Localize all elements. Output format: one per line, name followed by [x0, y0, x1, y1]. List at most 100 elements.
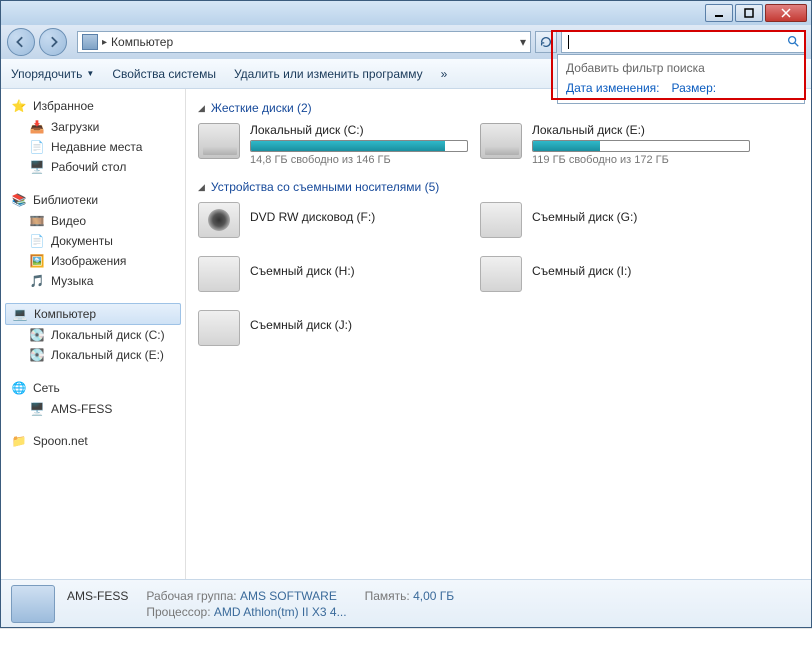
- sidebar-item-drive-c[interactable]: 💽Локальный диск (C:): [1, 325, 185, 345]
- filter-size-link[interactable]: Размер:: [672, 81, 717, 95]
- hdd-icon: 💽: [29, 327, 45, 343]
- sidebar-item-desktop[interactable]: 🖥️Рабочий стол: [1, 157, 185, 177]
- collapse-icon: ◢: [198, 182, 205, 193]
- network-header[interactable]: 🌐Сеть: [1, 377, 185, 399]
- system-properties-button[interactable]: Свойства системы: [112, 67, 216, 81]
- maximize-button[interactable]: [735, 4, 763, 22]
- video-icon: 🎞️: [29, 213, 45, 229]
- removable-list: DVD RW дисковод (F:) Съемный диск (G:) С…: [198, 202, 799, 346]
- computer-large-icon: [11, 585, 55, 623]
- sidebar-item-ams-fess[interactable]: 🖥️AMS-FESS: [1, 399, 185, 419]
- other-group: 📁Spoon.net: [1, 431, 185, 451]
- navigation-bar: ▸ Компьютер ▾ Добавить фильтр поиска Дат…: [1, 25, 811, 59]
- search-filter-heading: Добавить фильтр поиска: [566, 61, 796, 75]
- text-cursor: [568, 35, 569, 49]
- pictures-icon: 🖼️: [29, 253, 45, 269]
- sidebar-item-pictures[interactable]: 🖼️Изображения: [1, 251, 185, 271]
- usage-fill: [533, 141, 600, 151]
- usage-fill: [251, 141, 445, 151]
- cpu-label: Процессор:: [146, 605, 210, 619]
- removable-section-header[interactable]: ◢Устройства со съемными носителями (5): [198, 180, 799, 194]
- device-removable-g[interactable]: Съемный диск (G:): [480, 202, 750, 238]
- forward-button[interactable]: [39, 28, 67, 56]
- navigation-pane: ⭐Избранное 📥Загрузки 📄Недавние места 🖥️Р…: [1, 89, 186, 579]
- removable-drive-icon: [480, 202, 522, 238]
- device-label: Съемный диск (J:): [250, 318, 352, 346]
- sidebar-item-videos[interactable]: 🎞️Видео: [1, 211, 185, 231]
- memory-value: 4,00 ГБ: [413, 589, 454, 603]
- document-icon: 📄: [29, 233, 45, 249]
- downloads-icon: 📥: [29, 119, 45, 135]
- sidebar-item-music[interactable]: 🎵Музыка: [1, 271, 185, 291]
- refresh-button[interactable]: [535, 31, 557, 53]
- device-removable-j[interactable]: Съемный диск (J:): [198, 310, 468, 346]
- workgroup-value: AMS SOFTWARE: [240, 589, 337, 603]
- sidebar-item-downloads[interactable]: 📥Загрузки: [1, 117, 185, 137]
- sidebar-item-recent[interactable]: 📄Недавние места: [1, 137, 185, 157]
- drive-e[interactable]: Локальный диск (E:) 119 ГБ свободно из 1…: [480, 123, 750, 166]
- content-area: ⭐Избранное 📥Загрузки 📄Недавние места 🖥️Р…: [1, 89, 811, 579]
- device-label: DVD RW дисковод (F:): [250, 210, 375, 238]
- folder-icon: 📁: [11, 433, 27, 449]
- favorites-group: ⭐Избранное 📥Загрузки 📄Недавние места 🖥️Р…: [1, 95, 185, 177]
- address-bar[interactable]: ▸ Компьютер ▾: [77, 31, 531, 53]
- uninstall-program-button[interactable]: Удалить или изменить программу: [234, 67, 423, 81]
- toolbar-overflow[interactable]: »: [441, 67, 448, 81]
- libraries-group: 📚Библиотеки 🎞️Видео 📄Документы 🖼️Изображ…: [1, 189, 185, 291]
- window-titlebar: [1, 1, 811, 25]
- usage-bar: [532, 140, 750, 152]
- sidebar-item-drive-e[interactable]: 💽Локальный диск (E:): [1, 345, 185, 365]
- hdd-list: Локальный диск (C:) 14,8 ГБ свободно из …: [198, 123, 799, 166]
- collapse-icon: ◢: [198, 103, 205, 114]
- filter-date-link[interactable]: Дата изменения:: [566, 81, 660, 95]
- hdd-icon: 💽: [29, 347, 45, 363]
- workgroup-label: Рабочая группа:: [146, 589, 236, 603]
- device-removable-i[interactable]: Съемный диск (I:): [480, 256, 750, 292]
- usage-bar: [250, 140, 468, 152]
- dvd-drive-icon: [198, 202, 240, 238]
- search-icon[interactable]: [786, 34, 800, 51]
- details-pane: AMS-FESS Рабочая группа: AMS SOFTWARE Па…: [1, 579, 811, 627]
- minimize-button[interactable]: [705, 4, 733, 22]
- main-content: ◢Жесткие диски (2) Локальный диск (C:) 1…: [186, 89, 811, 579]
- desktop-icon: 🖥️: [29, 159, 45, 175]
- computer-group: 💻Компьютер 💽Локальный диск (C:) 💽Локальн…: [1, 303, 185, 365]
- organize-menu[interactable]: Упорядочить▼: [11, 67, 94, 81]
- search-filter-dropdown: Добавить фильтр поиска Дата изменения: Р…: [557, 54, 805, 104]
- star-icon: ⭐: [11, 98, 27, 114]
- drive-label: Локальный диск (C:): [250, 123, 468, 137]
- libraries-icon: 📚: [11, 192, 27, 208]
- breadcrumb-location[interactable]: Компьютер: [111, 35, 173, 49]
- drive-c[interactable]: Локальный диск (C:) 14,8 ГБ свободно из …: [198, 123, 468, 166]
- drive-free-text: 14,8 ГБ свободно из 146 ГБ: [250, 154, 468, 166]
- explorer-window: ▸ Компьютер ▾ Добавить фильтр поиска Дат…: [0, 0, 812, 628]
- search-input[interactable]: [566, 35, 786, 49]
- music-icon: 🎵: [29, 273, 45, 289]
- address-dropdown-icon[interactable]: ▾: [520, 35, 526, 49]
- chevron-down-icon: ▼: [86, 69, 94, 78]
- back-button[interactable]: [7, 28, 35, 56]
- removable-drive-icon: [198, 310, 240, 346]
- sidebar-item-spoon[interactable]: 📁Spoon.net: [1, 431, 185, 451]
- details-text: AMS-FESS Рабочая группа: AMS SOFTWARE Па…: [67, 589, 472, 619]
- device-dvd-f[interactable]: DVD RW дисковод (F:): [198, 202, 468, 238]
- libraries-header[interactable]: 📚Библиотеки: [1, 189, 185, 211]
- network-icon: 🌐: [11, 380, 27, 396]
- device-label: Съемный диск (G:): [532, 210, 637, 238]
- computer-header[interactable]: 💻Компьютер: [5, 303, 181, 325]
- device-label: Съемный диск (I:): [532, 264, 631, 292]
- recent-icon: 📄: [29, 139, 45, 155]
- close-button[interactable]: [765, 4, 807, 22]
- hdd-icon: [480, 123, 522, 159]
- pc-icon: 🖥️: [29, 401, 45, 417]
- search-box[interactable]: [561, 31, 805, 53]
- removable-drive-icon: [480, 256, 522, 292]
- device-removable-h[interactable]: Съемный диск (H:): [198, 256, 468, 292]
- favorites-header[interactable]: ⭐Избранное: [1, 95, 185, 117]
- sidebar-item-documents[interactable]: 📄Документы: [1, 231, 185, 251]
- device-label: Съемный диск (H:): [250, 264, 355, 292]
- breadcrumb-separator-icon: ▸: [102, 37, 107, 48]
- computer-icon: 💻: [12, 306, 28, 322]
- details-name: AMS-FESS: [67, 589, 128, 603]
- removable-drive-icon: [198, 256, 240, 292]
